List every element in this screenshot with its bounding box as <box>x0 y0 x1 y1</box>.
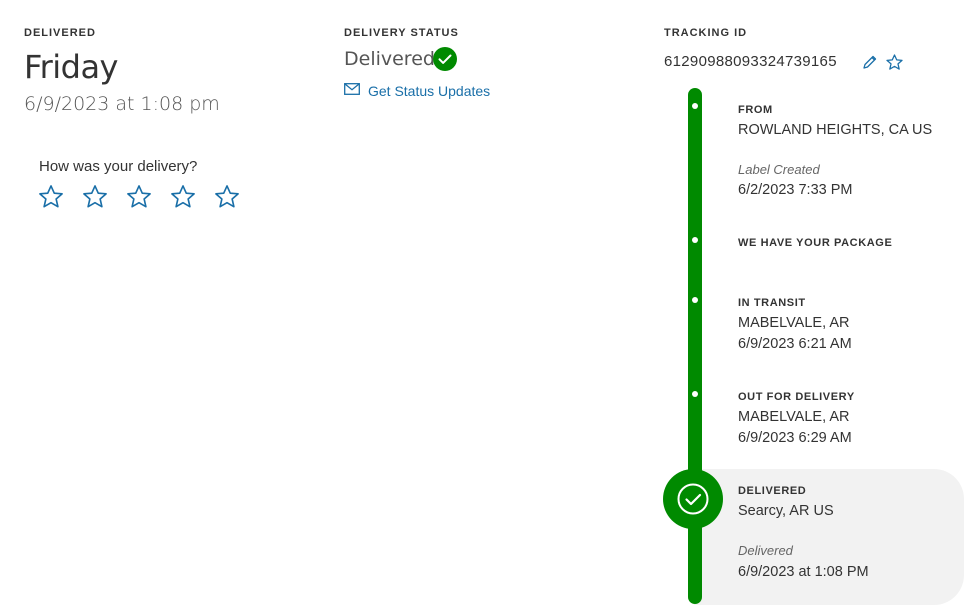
event-delivered-location: Searcy, AR US <box>738 503 834 519</box>
event-delivered-datetime: 6/9/2023 at 1:08 PM <box>738 564 869 580</box>
timeline-dot <box>692 103 698 109</box>
delivered-label: DELIVERED <box>24 27 96 39</box>
rating-question: How was your delivery? <box>39 158 198 175</box>
event-from-title: FROM <box>738 104 773 116</box>
star-icon[interactable] <box>125 183 153 211</box>
star-icon[interactable] <box>169 183 197 211</box>
tracking-id-value: 612909880933247391​65 <box>664 53 837 70</box>
timeline-dot <box>692 237 698 243</box>
star-icon[interactable] <box>213 183 241 211</box>
pencil-icon[interactable] <box>862 54 878 70</box>
get-status-updates-text[interactable]: Get Status Updates <box>368 83 490 99</box>
event-out-for-delivery-datetime: 6/9/2023 6:29 AM <box>738 430 852 446</box>
event-in-transit-title: IN TRANSIT <box>738 297 806 309</box>
star-favorite-icon[interactable] <box>885 53 904 72</box>
star-icon[interactable] <box>37 183 65 211</box>
event-have-package-title: WE HAVE YOUR PACKAGE <box>738 237 893 249</box>
event-out-for-delivery-title: OUT FOR DELIVERY <box>738 391 855 403</box>
event-delivered-title: DELIVERED <box>738 485 807 497</box>
event-out-for-delivery-location: MABELVALE, AR <box>738 409 850 425</box>
delivery-datetime: 6/9/2023 at 1:08 pm <box>24 93 220 115</box>
delivery-day: Friday <box>24 48 118 86</box>
delivery-status-label: DELIVERY STATUS <box>344 27 459 39</box>
event-from-datetime: 6/2/2023 7:33 PM <box>738 182 853 198</box>
delivery-status-value: Delivered <box>344 48 435 70</box>
envelope-icon <box>344 83 360 95</box>
delivered-event-panel <box>694 469 964 605</box>
check-circle-icon <box>677 483 709 515</box>
rating-stars <box>37 183 247 213</box>
timeline-dot <box>692 391 698 397</box>
timeline-dot <box>692 297 698 303</box>
event-from-note: Label Created <box>738 162 820 177</box>
star-icon[interactable] <box>81 183 109 211</box>
tracking-id-label: TRACKING ID <box>664 27 748 39</box>
event-in-transit-location: MABELVALE, AR <box>738 315 850 331</box>
delivered-check-badge <box>663 469 723 529</box>
event-from-location: ROWLAND HEIGHTS, CA US <box>738 122 933 138</box>
event-delivered-note: Delivered <box>738 543 793 558</box>
event-in-transit-datetime: 6/9/2023 6:21 AM <box>738 336 852 352</box>
check-circle-icon <box>433 47 457 71</box>
